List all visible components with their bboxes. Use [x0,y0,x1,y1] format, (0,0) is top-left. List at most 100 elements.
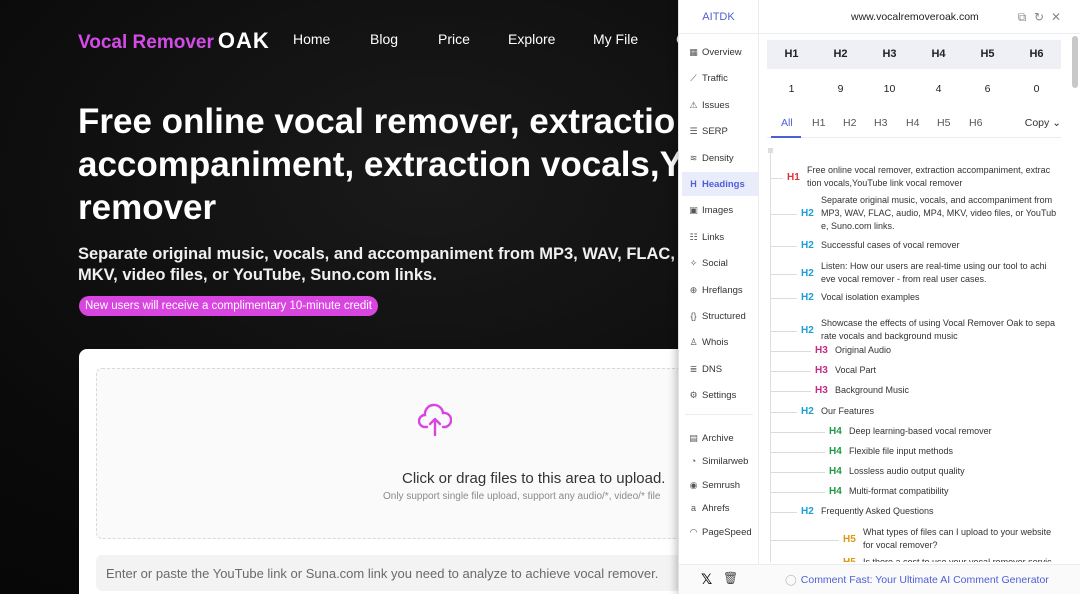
heading-text-line: eve vocal remover - from real user cases… [821,274,987,284]
sidebar-item-issues[interactable]: ⚠ Issues [682,93,758,117]
heading-text-line: Frequently Asked Questions [821,506,934,516]
hero-subtitle: Separate original music, vocals, and acc… [78,244,709,286]
heading-text: Successful cases of vocal remover [821,239,960,252]
heading-text-line: Vocal isolation examples [821,292,920,302]
heading-text-line: Is there a cost to use your vocal remove… [863,557,1052,562]
tree-connector [771,177,783,179]
heading-text-line: Flexible file input methods [849,446,954,456]
heading-level-tag: H2 [801,240,814,251]
sidebar-item-settings[interactable]: ⚙ Settings [682,383,758,407]
tree-connector [771,472,825,473]
site-url: www.vocalremoveroak.com [851,11,979,23]
sidebar-item-images[interactable]: ▣ Images [682,198,758,222]
refresh-icon[interactable]: ↻ [1032,10,1046,24]
tab-h6[interactable]: H6 [969,117,982,129]
heading-text-line: Vocal Part [835,365,877,375]
heading-level-tag: H4 [829,426,842,437]
tree-connector [771,512,797,513]
sidebar-label: Structured [702,311,746,322]
archive-icon: ▤ [689,433,698,443]
nav-price[interactable]: Price [438,31,470,47]
site-logo[interactable]: Vocal Remover OAK [78,28,270,54]
x-logo-icon[interactable]: 𝕏 [701,571,712,588]
tool-ahrefs[interactable]: a Ahrefs [682,496,758,520]
heading-level-tag: H3 [815,385,828,396]
links-icon: ☷ [689,232,698,242]
sidebar-item-serp[interactable]: ☰ SERP [682,119,758,143]
count-value-h3: 10 [883,83,896,95]
nav-blog[interactable]: Blog [370,31,398,47]
sidebar-item-overview[interactable]: ▦ Overview [682,40,758,64]
heading-icon: H [690,179,697,189]
heading-counts: H1 H2 H3 H4 H5 H6 1 9 10 4 6 0 [767,40,1061,109]
upload-drop-zone[interactable] [96,368,716,539]
tree-rail [770,148,771,562]
chart-icon: ⟋ [690,73,697,83]
sidebar-item-hreflangs[interactable]: ⊕ Hreflangs [682,278,758,302]
heading-text-line: What types of files can I upload to your… [863,527,1052,537]
close-icon[interactable]: ✕ [1049,10,1063,24]
heading-text-line: Showcase the effects of using Vocal Remo… [821,318,1055,328]
heading-text: Background Music [835,384,909,397]
sidebar-item-structured[interactable]: {} Structured [682,304,758,328]
tree-connector [771,492,825,493]
tree-connector [771,214,797,215]
hero-line: remover [78,188,217,227]
sidebar-item-traffic[interactable]: ⟋ Traffic [682,66,758,90]
tool-label: PageSpeed [702,527,752,538]
tree-connector [771,273,797,275]
tab-h2[interactable]: H2 [843,117,856,129]
tab-h5[interactable]: H5 [937,117,950,129]
sidebar-label: Social [702,258,728,269]
credit-badge: New users will receive a complimentary 1… [79,296,378,316]
panel-scrollbar[interactable] [1072,36,1078,88]
nav-explore[interactable]: Explore [508,31,555,47]
sidebar-item-density[interactable]: ≋ Density [682,146,758,170]
active-tab-indicator [771,136,801,138]
copy-button[interactable]: Copy ⌄ [1025,117,1061,129]
speed-icon: ◠ [689,527,698,537]
sidebar-item-social[interactable]: ✧ Social [682,251,758,275]
promo-link[interactable]: ◯ Comment Fast: Your Ultimate AI Comment … [785,574,1049,586]
brand-label[interactable]: AITDK [679,0,759,34]
heading-text-line: for vocal remover? [863,540,938,550]
tab-all[interactable]: All [781,117,793,129]
heading-level-tag: H2 [801,292,814,303]
promo-text: Comment Fast: Your Ultimate AI Comment G… [800,574,1049,586]
trash-icon[interactable]: 🗑 [723,571,738,585]
nav-home[interactable]: Home [293,31,330,47]
subtitle-line: Separate original music, vocals, and acc… [78,245,709,263]
heading-text: Our Features [821,405,874,418]
panel-footer: 𝕏 🗑 ◯ Comment Fast: Your Ultimate AI Comm… [679,564,1080,594]
sidebar-item-links[interactable]: ☷ Links [682,225,758,249]
nav-my-file[interactable]: My File [593,31,638,47]
tool-pagespeed[interactable]: ◠ PageSpeed [682,520,758,544]
heading-level-tag: H1 [787,171,800,183]
heading-level-tag: H2 [801,324,814,336]
tool-label: Semrush [702,480,741,491]
count-value-h6: 0 [1033,83,1040,95]
tree-connector [771,452,825,453]
youtube-link-input[interactable] [96,555,696,591]
crop-icon[interactable]: ⧉ [1015,10,1029,24]
tree-connector [771,371,811,372]
tab-h4[interactable]: H4 [906,117,919,129]
tree-connector [771,432,825,433]
tool-similarweb[interactable]: ◔ Similarweb [682,449,758,473]
tab-h3[interactable]: H3 [874,117,887,129]
sidebar-item-headings[interactable]: H Headings [682,172,758,196]
sidebar-item-dns[interactable]: ≣ DNS [682,357,758,381]
heading-text-line: Free online vocal remover, extraction ac… [807,165,1051,175]
seo-extension-panel: AITDK www.vocalremoveroak.com ⧉ ↻ ✕ ▦ Ove… [678,0,1080,594]
semrush-icon: ◉ [689,480,698,490]
count-label-h2: H2 [833,48,848,60]
tool-archive[interactable]: ▤ Archive [682,426,758,450]
sidebar-item-whois[interactable]: ♙ Whois [682,330,758,354]
heading-text: Showcase the effects of using Vocal Remo… [821,317,1055,343]
sidebar-label: Links [702,232,725,243]
tab-h1[interactable]: H1 [812,117,825,129]
heading-text-line: Successful cases of vocal remover [821,240,960,250]
tool-semrush[interactable]: ◉ Semrush [682,473,758,497]
sidebar-label: DNS [702,364,723,375]
sidebar-label: Headings [702,179,745,190]
